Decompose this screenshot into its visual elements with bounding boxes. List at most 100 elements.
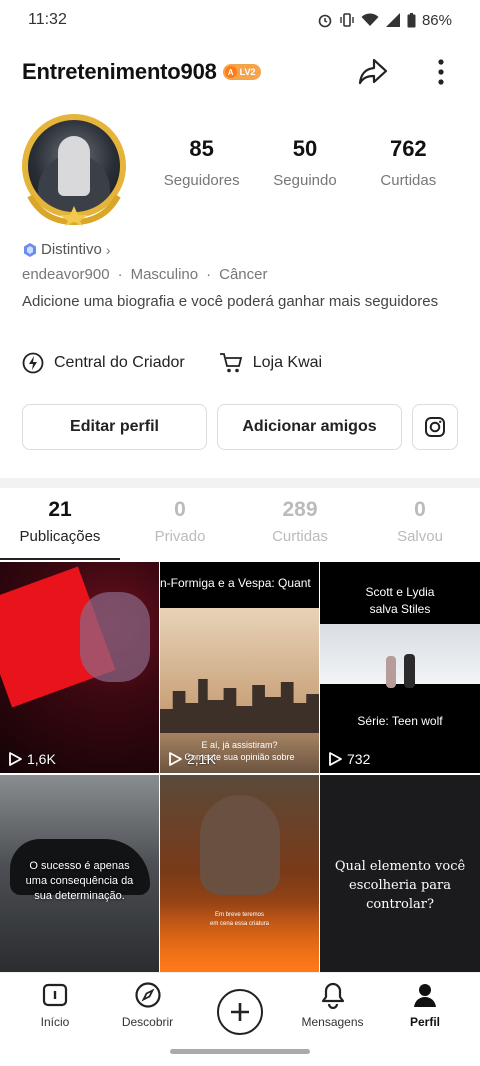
profile-stats: 85 Seguidores 50 Seguindo 762 Curtidas <box>150 136 460 189</box>
tab-label: Privado <box>154 528 206 545</box>
avatar[interactable] <box>16 110 132 226</box>
nav-home-label: Início <box>40 1015 70 1029</box>
play-icon <box>169 752 182 766</box>
tab-likes[interactable]: 289 Curtidas <box>240 498 360 560</box>
post-caption: Em breve teremos em cena essa criatura <box>209 912 270 927</box>
nav-discover-label: Descobrir <box>121 1015 174 1029</box>
instagram-icon <box>425 417 445 437</box>
post-views: 2,1K <box>168 751 216 767</box>
nav-messages[interactable]: Mensagens <box>294 981 372 1035</box>
meta-separator: · <box>206 266 212 283</box>
wifi-icon <box>361 13 379 26</box>
section-divider <box>0 478 480 488</box>
post-views: 1,6K <box>8 751 56 767</box>
play-icon <box>9 752 22 766</box>
battery-icon <box>407 12 416 27</box>
add-friends-button[interactable]: Adicionar amigos <box>217 404 402 450</box>
post-thumbnail[interactable]: 1,6K <box>0 562 159 773</box>
alarm-icon <box>318 14 332 28</box>
post-thumbnail[interactable]: Scott e Lydia salva Stiles Série: Teen w… <box>320 562 480 773</box>
person-icon <box>414 984 436 1007</box>
tab-label: Curtidas <box>272 528 328 545</box>
hexagon-badge-icon <box>24 242 36 257</box>
creator-center-label: Central do Criador <box>54 354 185 371</box>
cart-icon <box>219 353 242 373</box>
compass-icon <box>134 982 161 1008</box>
vibrate-icon <box>340 13 354 27</box>
tab-count: 289 <box>282 498 318 521</box>
stat-likes[interactable]: 762 Curtidas <box>357 136 460 189</box>
profile-header: Entretenimento908 A LV2 <box>0 48 480 96</box>
tab-label: Salvou <box>397 528 443 545</box>
laurel-icon <box>27 194 121 226</box>
nav-create[interactable] <box>201 981 279 1035</box>
tab-count: 0 <box>174 498 186 521</box>
profile-handle: endeavor900 <box>22 266 110 283</box>
tab-private[interactable]: 0 Privado <box>120 498 240 560</box>
nav-messages-label: Mensagens <box>301 1015 364 1029</box>
profile-meta: endeavor900 · Masculino · Câncer <box>22 266 267 283</box>
meta-separator: · <box>117 266 123 283</box>
bottom-nav: Início Descobrir Mensagens Perfil <box>0 972 480 1066</box>
content-tabs: 21 Publicações 0 Privado 289 Curtidas 0 … <box>0 498 480 560</box>
tab-count: 0 <box>414 498 426 521</box>
gesture-bar[interactable] <box>170 1049 310 1054</box>
post-views-count: 2,1K <box>187 751 216 767</box>
plus-icon <box>217 989 263 1035</box>
level-badge-icon: A <box>224 66 237 78</box>
username: Entretenimento908 <box>22 59 217 84</box>
play-icon <box>329 752 342 766</box>
nav-discover[interactable]: Descobrir <box>109 981 187 1035</box>
tab-count: 21 <box>48 498 72 521</box>
status-bar: 11:32 86% <box>0 0 480 40</box>
post-views: 732 <box>328 751 370 767</box>
post-question: Qual elemento você escolheria para contr… <box>334 859 466 912</box>
post-caption: Série: Teen wolf <box>357 714 443 728</box>
tab-publications[interactable]: 21 Publicações <box>0 498 120 560</box>
profile-sign: Câncer <box>219 266 268 283</box>
shop-label: Loja Kwai <box>252 354 323 371</box>
nav-profile[interactable]: Perfil <box>386 981 464 1035</box>
badge-link[interactable]: Distintivo › <box>22 241 111 258</box>
badge-link-label: Distintivo <box>41 241 102 258</box>
following-label: Seguindo <box>273 172 337 189</box>
instagram-button[interactable] <box>412 404 458 450</box>
nav-profile-label: Perfil <box>409 1015 440 1029</box>
tab-label: Publicações <box>19 528 101 545</box>
shop-link[interactable]: Loja Kwai <box>219 352 322 374</box>
stat-followers[interactable]: 85 Seguidores <box>150 136 253 189</box>
post-thumbnail[interactable]: n-Formiga e a Vespa: Quant E aí, já assi… <box>160 562 319 773</box>
home-icon <box>42 983 68 1007</box>
level-badge[interactable]: A LV2 <box>222 64 261 80</box>
post-thumbnail[interactable]: Em breve teremos em cena essa criatura <box>160 775 319 972</box>
post-views-count: 732 <box>347 751 371 767</box>
posts-grid: 1,6K n-Formiga e a Vespa: Quant E aí, já… <box>0 562 480 972</box>
bell-icon <box>321 982 344 1009</box>
chevron-right-icon: › <box>105 241 111 258</box>
share-icon[interactable] <box>356 55 390 89</box>
nav-home[interactable]: Início <box>16 981 94 1035</box>
following-count: 50 <box>292 136 318 161</box>
profile-actions: Editar perfil Adicionar amigos <box>22 404 458 450</box>
lightning-icon <box>22 352 44 374</box>
more-options-icon[interactable] <box>424 55 458 89</box>
post-quote: O sucesso é apenas uma consequência da s… <box>25 860 134 902</box>
stat-following[interactable]: 50 Seguindo <box>253 136 356 189</box>
tab-saved[interactable]: 0 Salvou <box>360 498 480 560</box>
status-icons: 86% <box>317 12 452 29</box>
edit-profile-button[interactable]: Editar perfil <box>22 404 207 450</box>
post-thumbnail[interactable]: Qual elemento você escolheria para contr… <box>320 775 480 972</box>
likes-count: 762 <box>389 136 427 161</box>
followers-count: 85 <box>189 136 214 161</box>
followers-label: Seguidores <box>163 172 240 189</box>
signal-icon <box>385 13 400 27</box>
profile-bio[interactable]: Adicione uma biografia e você poderá gan… <box>22 292 462 312</box>
post-views-count: 1,6K <box>27 751 56 767</box>
battery-percent: 86% <box>421 11 452 29</box>
post-thumbnail[interactable]: O sucesso é apenas uma consequência da s… <box>0 775 159 972</box>
level-badge-label: LV2 <box>239 67 256 77</box>
shortcut-row: Central do Criador Loja Kwai <box>22 352 356 374</box>
profile-gender: Masculino <box>130 266 199 283</box>
creator-center-link[interactable]: Central do Criador <box>22 352 185 374</box>
post-overlay-title: n-Formiga e a Vespa: Quant <box>160 562 319 608</box>
